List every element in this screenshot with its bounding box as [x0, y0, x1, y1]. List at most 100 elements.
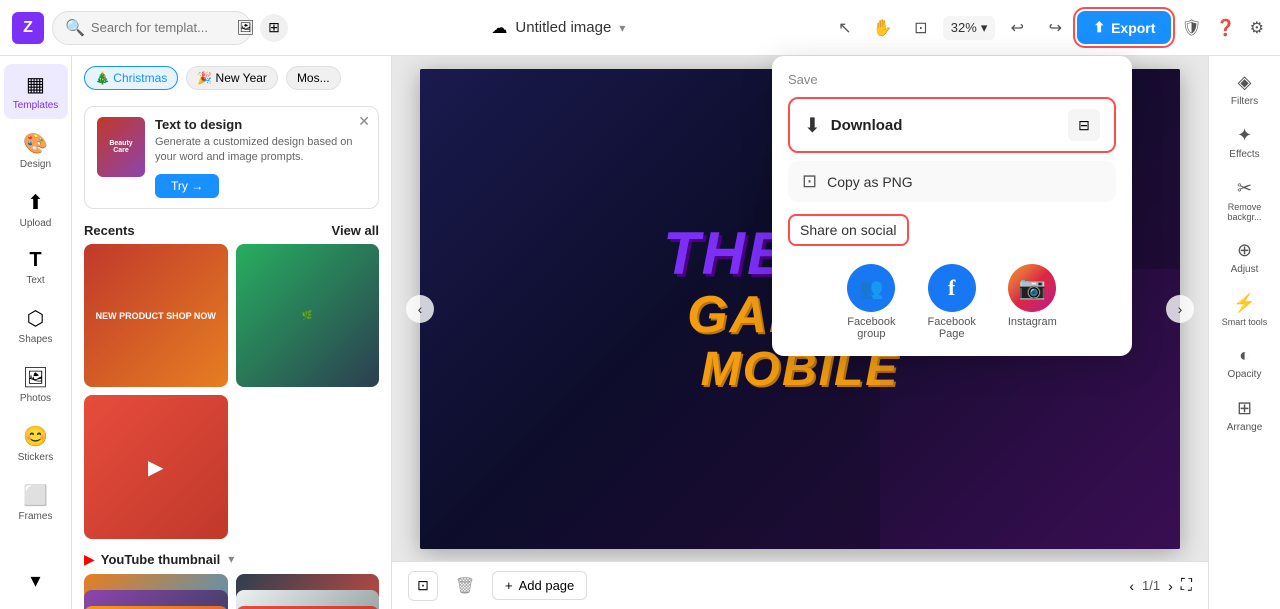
- shield-icon[interactable]: 🛡: [1177, 14, 1205, 42]
- filter-icon[interactable]: ⊞: [260, 14, 288, 42]
- ai-close-button[interactable]: ✕: [358, 113, 370, 130]
- social-item-instagram[interactable]: 📷 Instagram: [1008, 264, 1057, 340]
- ai-try-button[interactable]: Try →: [155, 174, 219, 198]
- rs-item-effects[interactable]: ✦ Effects: [1213, 117, 1277, 168]
- effects-icon: ✦: [1237, 125, 1252, 146]
- rs-item-adjust[interactable]: ⊕ Adjust: [1213, 232, 1277, 283]
- fullscreen-btn[interactable]: ⛶: [1181, 577, 1192, 595]
- title-chevron-icon[interactable]: ▾: [619, 21, 625, 35]
- rs-item-opacity[interactable]: ◐ Opacity: [1213, 337, 1277, 388]
- sidebar-item-photos[interactable]: 🖼 Photos: [4, 357, 68, 412]
- crop-tool-btn[interactable]: ⊡: [905, 12, 937, 44]
- sidebar-item-stickers[interactable]: 😊 Stickers: [4, 416, 68, 471]
- shapes-icon: ⬡: [27, 306, 44, 331]
- canvas-prev-button[interactable]: ‹: [406, 295, 434, 323]
- stickers-icon: 😊: [23, 424, 48, 449]
- youtube-label: YouTube thumbnail: [101, 552, 220, 567]
- smart-tools-icon: ⚡: [1233, 293, 1255, 314]
- settings-icon[interactable]: ⚙: [1246, 14, 1268, 42]
- add-page-label: Add page: [519, 578, 575, 593]
- more-tag-label: Mos...: [297, 71, 330, 85]
- sidebar-item-frames[interactable]: ⬜ Frames: [4, 475, 68, 530]
- instagram-icon: 📷: [1008, 264, 1056, 312]
- youtube-chevron-icon: ▾: [228, 552, 234, 566]
- tag-new-year[interactable]: 🎉 New Year: [186, 66, 278, 90]
- prev-page-btn[interactable]: ‹: [1129, 578, 1134, 594]
- download-button[interactable]: ⬇ Download ⊟: [788, 97, 1116, 153]
- page-number: 1/1: [1142, 578, 1160, 593]
- christmas-tag-label: 🎄 Christmas: [95, 71, 167, 85]
- right-sidebar: ◈ Filters ✦ Effects ✂ Remove backgr... ⊕…: [1208, 56, 1280, 609]
- export-button[interactable]: ⬆ Export: [1077, 11, 1171, 44]
- rs-item-smart-tools[interactable]: ⚡ Smart tools: [1213, 285, 1277, 335]
- sidebar-item-upload[interactable]: ⬆ Upload: [4, 182, 68, 237]
- app-logo[interactable]: Z: [12, 12, 44, 44]
- search-input[interactable]: [91, 20, 231, 35]
- delete-page-btn[interactable]: 🗑: [450, 571, 480, 601]
- zoom-value: 32%: [951, 20, 977, 35]
- zoom-chevron-icon: ▾: [981, 20, 988, 36]
- sidebar-item-templates[interactable]: ▦ Templates: [4, 64, 68, 119]
- copy-png-label: Copy as PNG: [827, 174, 913, 190]
- youtube-icon: ▶: [84, 551, 95, 568]
- page-indicator: ‹ 1/1 › ⛶: [1129, 577, 1192, 595]
- text-icon: T: [29, 249, 41, 272]
- left-sidebar: ▦ Templates 🎨 Design ⬆ Upload T Text ⬡ S…: [0, 56, 72, 609]
- title-area: ☁ Untitled image ▾: [491, 18, 625, 38]
- sidebar-item-shapes[interactable]: ⬡ Shapes: [4, 298, 68, 353]
- design-icon: 🎨: [23, 131, 48, 156]
- filters-icon: ◈: [1238, 72, 1252, 93]
- add-page-button[interactable]: + Add page: [492, 571, 587, 600]
- view-all-link[interactable]: View all: [332, 223, 379, 238]
- social-item-fb-group[interactable]: 👥 Facebookgroup: [847, 264, 895, 340]
- tag-section: 🎄 Christmas 🎉 New Year Mos...: [72, 56, 391, 98]
- redo-btn[interactable]: ↪: [1039, 12, 1071, 44]
- undo-btn[interactable]: ↩: [1001, 12, 1033, 44]
- ai-promo-box: Beauty Care Text to design Generate a cu…: [84, 106, 379, 209]
- sidebar-item-collapse[interactable]: ▾: [4, 560, 68, 601]
- arrange-icon: ⊞: [1237, 398, 1252, 419]
- image-search-icon[interactable]: 🖼: [237, 19, 255, 36]
- templates-panel: 🎄 Christmas 🎉 New Year Mos... Beauty Car…: [72, 56, 392, 609]
- tag-more[interactable]: Mos...: [286, 66, 341, 90]
- download-row-left: ⬇ Download: [804, 113, 902, 138]
- rs-item-filters[interactable]: ◈ Filters: [1213, 64, 1277, 115]
- canvas-next-button[interactable]: ›: [1166, 295, 1194, 323]
- tag-christmas[interactable]: 🎄 Christmas: [84, 66, 178, 90]
- next-page-btn[interactable]: ›: [1168, 578, 1173, 594]
- recent-item-next[interactable]: ▶: [84, 395, 228, 539]
- recent-item-1[interactable]: NEW PRODUCT SHOP NOW: [84, 244, 228, 388]
- instagram-label: Instagram: [1008, 316, 1057, 328]
- save-label: Save: [788, 72, 1116, 87]
- youtube-grid: SAN JUAN MAKE A FOREIGN FRIEND? 3 KEY FO…: [72, 574, 391, 609]
- ai-thumb: Beauty Care: [97, 117, 145, 177]
- canvas-toolbar: ⊡ 🗑 + Add page ‹ 1/1 › ⛶: [392, 561, 1208, 609]
- recents-header: Recents View all: [72, 217, 391, 244]
- download-settings-btn[interactable]: ⊟: [1068, 109, 1100, 141]
- social-icons-row: 👥 Facebookgroup f FacebookPage 📷 Instagr…: [788, 264, 1116, 340]
- rs-item-remove-bg[interactable]: ✂ Remove backgr...: [1213, 170, 1277, 230]
- new-year-tag-label: 🎉 New Year: [197, 71, 267, 85]
- ai-text-content: Text to design Generate a customized des…: [155, 117, 366, 198]
- sidebar-item-text[interactable]: T Text: [4, 241, 68, 294]
- rs-item-arrange[interactable]: ⊞ Arrange: [1213, 390, 1277, 441]
- copy-png-button[interactable]: ⊡ Copy as PNG: [788, 161, 1116, 202]
- youtube-section-header[interactable]: ▶ YouTube thumbnail ▾: [72, 547, 391, 574]
- share-social-section: Share on social 👥 Facebookgroup f Facebo…: [788, 214, 1116, 340]
- plus-icon: +: [505, 578, 513, 593]
- recent-item-2[interactable]: 🌿: [236, 244, 380, 388]
- tag-row: 🎄 Christmas 🎉 New Year Mos...: [84, 66, 379, 98]
- sidebar-item-design[interactable]: 🎨 Design: [4, 123, 68, 178]
- select-tool-btn[interactable]: ↖: [829, 12, 861, 44]
- search-bar[interactable]: 🔍 🖼: [52, 11, 252, 45]
- hand-tool-btn[interactable]: ✋: [867, 12, 899, 44]
- social-item-fb-page[interactable]: f FacebookPage: [928, 264, 976, 340]
- doc-title: Untitled image: [515, 19, 611, 36]
- zoom-control[interactable]: 32% ▾: [943, 16, 996, 40]
- sliders-icon: ⊟: [1078, 117, 1090, 134]
- fb-group-label: Facebookgroup: [847, 316, 895, 340]
- templates-icon: ▦: [26, 72, 45, 97]
- search-icon: 🔍: [65, 18, 85, 38]
- help-icon[interactable]: ❓: [1212, 14, 1240, 42]
- thumbnail-view-btn[interactable]: ⊡: [408, 571, 438, 601]
